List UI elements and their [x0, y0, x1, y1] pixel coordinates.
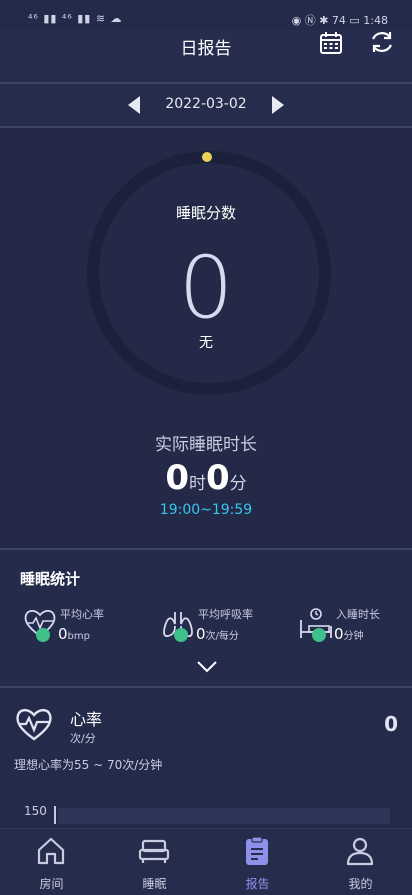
- stat-label: 平均呼吸率: [198, 608, 253, 621]
- refresh-icon[interactable]: [368, 28, 396, 56]
- stat-value: 0次/每分: [196, 624, 239, 643]
- score-ring-indicator: [202, 152, 212, 162]
- actual-sleep-duration: 0时0分: [0, 458, 412, 498]
- heart-rate-hint: 理想心率为55 ~ 70次/分钟: [14, 758, 163, 772]
- score-label: 睡眠分数: [175, 204, 236, 222]
- stat-number: 0: [196, 625, 206, 643]
- stat-label: 入睡时长: [336, 608, 380, 621]
- profile-icon: [346, 837, 374, 866]
- chevron-down-icon[interactable]: [196, 660, 218, 674]
- stat-avg-heart-rate: 平均心率 0bmp: [22, 602, 152, 652]
- page-title: 日报告: [180, 39, 232, 59]
- score-section: 睡眠分数 0 无 实际睡眠时长 0时0分 19:00~19:59: [0, 128, 412, 548]
- status-left: ⁴⁶ ▮▮ ⁴⁶ ▮▮ ≋ ☁: [28, 12, 123, 25]
- nav-item-room[interactable]: 房间: [0, 829, 103, 895]
- report-icon: [246, 836, 268, 865]
- actual-sleep-label: 实际睡眠时长: [155, 435, 257, 455]
- calendar-icon[interactable]: [318, 30, 344, 56]
- stat-number: 0: [334, 625, 344, 643]
- heart-pulse-icon: [16, 708, 52, 741]
- score-grade: 无: [199, 335, 213, 351]
- nav-label: 房间: [39, 877, 64, 891]
- stat-avg-breath-rate: 平均呼吸率 0次/每分: [160, 602, 290, 652]
- stat-label: 平均心率: [60, 608, 104, 621]
- stat-unit: 次/每分: [205, 631, 239, 642]
- hour-unit: 时: [189, 474, 206, 494]
- check-icon: [36, 628, 50, 642]
- stat-unit: 分钟: [343, 631, 364, 642]
- nav-label: 报告: [245, 877, 270, 891]
- home-icon: [37, 837, 65, 865]
- minute-unit: 分: [229, 474, 247, 494]
- heart-rate-unit: 次/分: [70, 732, 96, 745]
- check-icon: [312, 628, 326, 642]
- heart-rate-title: 心率: [70, 710, 103, 729]
- nav-item-report[interactable]: 报告: [206, 829, 309, 895]
- stat-value: 0分钟: [334, 624, 364, 643]
- actual-sleep-minutes: 0: [206, 458, 230, 498]
- nav-label: 我的: [348, 877, 373, 891]
- stat-unit: bmp: [67, 631, 90, 642]
- status-right: ◉ Ⓝ ✱ 74 ▭ 1:48: [291, 14, 388, 27]
- next-day-arrow-icon[interactable]: [270, 94, 286, 116]
- chart-axis-tick: 150: [24, 804, 47, 818]
- header: 日报告: [0, 30, 412, 82]
- stat-number: 0: [58, 625, 68, 643]
- chart-axis: [54, 806, 56, 824]
- nav-label: 睡眠: [142, 877, 167, 891]
- stat-fall-asleep-time: 入睡时长 0分钟: [298, 602, 412, 652]
- heart-rate-chart: [58, 808, 390, 824]
- heart-rate-card[interactable]: 心率 次/分 0 理想心率为55 ~ 70次/分钟 150: [0, 688, 412, 828]
- sleep-stats-section: 睡眠统计 平均心率 0bmp 平均呼吸率 0次/每分 入睡时长 0分钟: [0, 550, 412, 686]
- date-bar: 2022-03-02: [0, 84, 412, 126]
- bed-icon: [138, 839, 170, 863]
- check-icon: [174, 628, 188, 642]
- heart-rate-value: 0: [384, 712, 398, 736]
- stat-value: 0bmp: [58, 624, 90, 643]
- sleep-time-range: 19:00~19:59: [159, 502, 253, 518]
- nav-item-profile[interactable]: 我的: [309, 829, 412, 895]
- actual-sleep-hours: 0: [165, 458, 189, 498]
- score-value: 0: [178, 238, 234, 338]
- nav-item-sleep[interactable]: 睡眠: [103, 829, 206, 895]
- report-date[interactable]: 2022-03-02: [0, 96, 412, 112]
- sleep-stats-title: 睡眠统计: [20, 570, 81, 588]
- bottom-nav: 房间 睡眠 报告 我的: [0, 828, 412, 895]
- status-bar: ⁴⁶ ▮▮ ⁴⁶ ▮▮ ≋ ☁ ◉ Ⓝ ✱ 74 ▭ 1:48: [0, 0, 412, 30]
